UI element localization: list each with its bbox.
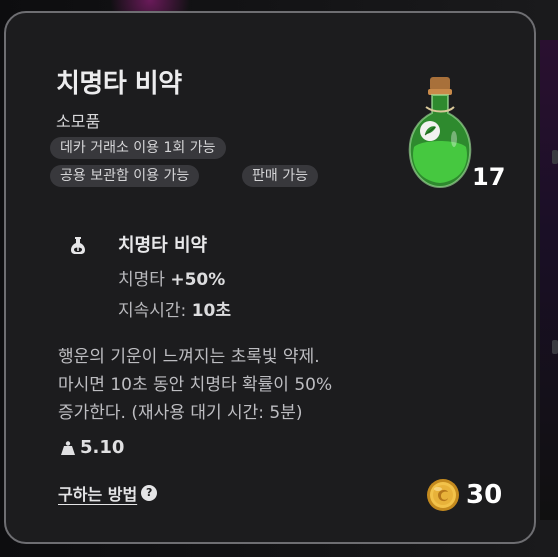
how-to-obtain-link[interactable]: 구하는 방법 ? xyxy=(58,481,158,505)
effect-stat-label: 치명타 xyxy=(118,270,165,290)
effect-duration-label: 지속시간: xyxy=(118,301,187,321)
tag-shared-storage: 공용 보관함 이용 가능 xyxy=(50,165,200,187)
item-quantity: 17 xyxy=(472,163,506,191)
gold-coin-icon xyxy=(427,479,459,511)
item-tooltip-card: 치명타 비약 소모품 데카 거래소 이용 1회 가능 공용 보관함 이용 가능 … xyxy=(4,11,536,544)
tag-exchange: 데카 거래소 이용 1회 가능 xyxy=(50,137,226,159)
potion-bottle-icon xyxy=(408,77,472,189)
effect-stat: 치명타 +50% xyxy=(118,265,225,290)
description-line: 증가한다. (재사용 대기 시간: 5분) xyxy=(58,403,303,423)
item-category: 소모품 xyxy=(56,112,101,131)
effect-duration-value: 10초 xyxy=(191,301,232,321)
item-name: 치명타 비약 xyxy=(56,69,182,99)
question-circle-icon[interactable]: ? xyxy=(141,485,158,501)
item-price: 30 xyxy=(426,478,502,512)
effect-stat-value: +50% xyxy=(170,270,226,290)
item-weight: 5.10 xyxy=(60,437,124,458)
description-line: 행운의 기운이 느껴지는 초록빛 약제. xyxy=(58,347,320,367)
background-right-edge xyxy=(540,40,558,520)
item-price-value: 30 xyxy=(466,480,503,510)
tag-sellable: 판매 가능 xyxy=(242,165,318,187)
description-line: 마시면 10초 동안 치명타 확률이 50% xyxy=(58,375,333,395)
item-weight-value: 5.10 xyxy=(80,437,125,458)
flask-icon xyxy=(71,237,85,254)
edge-marker xyxy=(552,340,558,354)
weight-icon xyxy=(61,440,75,455)
edge-marker xyxy=(552,150,558,164)
effect-name: 치명타 비약 xyxy=(118,235,208,256)
effect-duration: 지속시간: 10초 xyxy=(118,296,231,321)
how-to-obtain-label[interactable]: 구하는 방법 xyxy=(58,481,137,505)
item-description: 행운의 기운이 느껴지는 초록빛 약제. 마시면 10초 동안 치명타 확률이 … xyxy=(58,343,438,427)
